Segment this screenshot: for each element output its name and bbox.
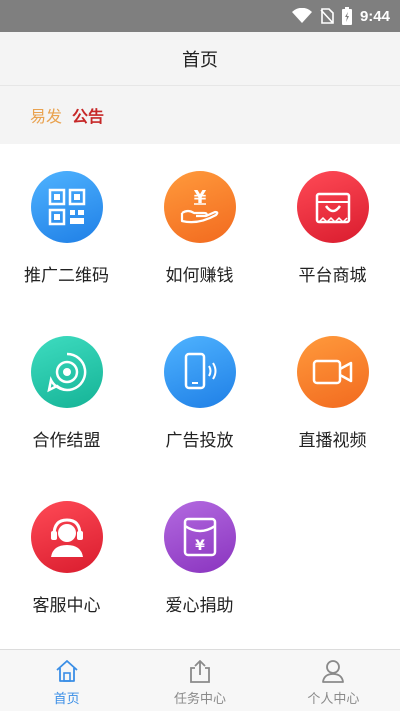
status-icons: 9:44: [291, 0, 390, 32]
grid-item-label: 直播视频: [298, 431, 367, 451]
tab-home[interactable]: 首页: [0, 650, 133, 711]
grid-item-charity-donation[interactable]: ¥ 爱心捐助: [133, 475, 266, 625]
target-icon: [31, 336, 103, 408]
grid-item-live-video[interactable]: 直播视频: [266, 310, 399, 460]
grid-item-label: 爱心捐助: [165, 596, 234, 616]
shopping-bag-icon: [297, 171, 369, 243]
grid-item-customer-service[interactable]: 客服中心: [0, 475, 133, 625]
grid-item-promo-qr[interactable]: 推广二维码: [0, 145, 133, 295]
tab-label: 首页: [53, 692, 80, 707]
home-icon: [56, 660, 78, 682]
grid-item-label: 广告投放: [165, 431, 234, 451]
wifi-icon: [291, 8, 312, 23]
hand-money-icon: ¥: [164, 171, 236, 243]
headset-user-icon: [31, 501, 103, 573]
share-icon: [190, 660, 210, 683]
grid-item-label: 平台商城: [298, 266, 367, 286]
bottom-tab-bar: 首页 任务中心 个人中心: [0, 649, 400, 711]
tab-label: 任务中心: [173, 692, 226, 707]
status-bar: 9:44: [0, 0, 400, 32]
tab-label: 个人中心: [307, 692, 360, 707]
grid-item-cooperation[interactable]: 合作结盟: [0, 310, 133, 460]
phone-signal-icon: [164, 336, 236, 408]
svg-text:¥: ¥: [195, 538, 205, 554]
grid-item-label: 客服中心: [32, 596, 101, 616]
red-envelope-icon: ¥: [164, 501, 236, 573]
no-sim-icon: [320, 8, 334, 24]
svg-text:¥: ¥: [194, 187, 207, 208]
tab-personal-center[interactable]: 个人中心: [267, 650, 400, 711]
user-icon: [322, 660, 345, 683]
grid-item-label: 如何赚钱: [165, 266, 234, 286]
feature-grid: 推广二维码 ¥ 如何赚钱 平台商城 合作结盟 广告投放 直播视频 客服中心 ¥ …: [0, 145, 400, 650]
notice-label[interactable]: 公告: [72, 103, 104, 127]
grid-item-label: 合作结盟: [32, 431, 101, 451]
grid-item-ad-placement[interactable]: 广告投放: [133, 310, 266, 460]
page-title: 首页: [182, 49, 218, 71]
grid-item-how-to-earn[interactable]: ¥ 如何赚钱: [133, 145, 266, 295]
tab-task-center[interactable]: 任务中心: [133, 650, 266, 711]
grid-item-label: 推广二维码: [24, 266, 109, 286]
status-time: 9:44: [359, 7, 390, 25]
battery-charging-icon: [341, 7, 352, 25]
app-header: 首页: [0, 32, 400, 86]
notice-brand: 易发: [30, 107, 63, 126]
video-camera-icon: [297, 336, 369, 408]
grid-item-platform-mall[interactable]: 平台商城: [266, 145, 399, 295]
qr-code-icon: [31, 171, 103, 243]
notice-bar[interactable]: 易发 公告: [0, 86, 400, 144]
